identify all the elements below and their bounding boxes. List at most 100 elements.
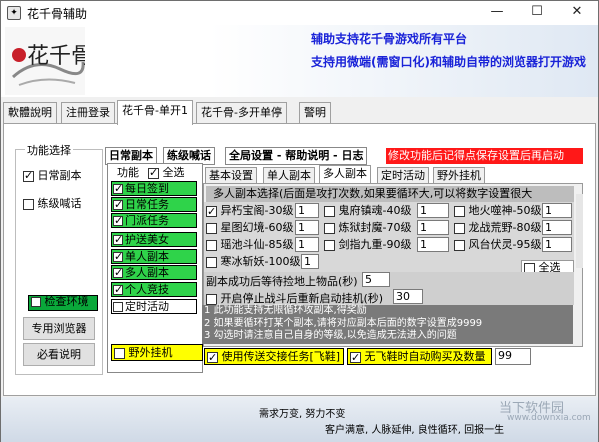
list-item[interactable]: 单人副本 [111, 249, 197, 264]
wild-hangup-checkbox[interactable] [114, 347, 125, 359]
list-item-checkbox[interactable] [113, 182, 123, 195]
wait-pickup-input[interactable]: 5 [362, 272, 390, 287]
dungeon-count-input[interactable]: 1 [417, 237, 449, 252]
tab-single-dungeon[interactable]: 单人副本 [263, 167, 315, 184]
dungeon-count-input[interactable]: 1 [295, 203, 319, 218]
dungeon-option[interactable]: 瑶池斗仙-85级 [206, 237, 293, 253]
tab-global-settings[interactable]: 全局设置 - 帮助说明 - 日志 [225, 147, 368, 165]
list-item-checkbox[interactable] [113, 214, 123, 227]
daily-dungeon-checkbox[interactable] [23, 169, 34, 182]
tab-register-login[interactable]: 注冊登录 [61, 102, 115, 124]
function-select-all[interactable]: 全选 [148, 164, 185, 180]
daily-dungeon-option[interactable]: 日常副本 [23, 167, 82, 183]
dungeon-checkbox[interactable] [454, 239, 465, 251]
function-header-label: 功能 [117, 166, 139, 179]
logo-image: 花千骨 [5, 27, 85, 95]
dungeon-checkbox[interactable] [454, 205, 465, 217]
auto-buy-quantity-input[interactable]: 99 [495, 348, 531, 365]
footer-slogan-1: 需求万变, 努力不变 [259, 409, 346, 420]
dungeon-name: 剑指九重 [338, 238, 383, 251]
dungeon-option[interactable]: 炼狱封魔-70级 [324, 220, 411, 236]
check-env-checkbox[interactable] [31, 297, 41, 307]
practice-shout-checkbox[interactable] [23, 198, 34, 210]
dungeon-level: -85级 [264, 238, 294, 251]
tab-software-info[interactable]: 軟體說明 [3, 102, 57, 124]
dungeon-level: -70级 [382, 221, 412, 234]
tab-basic-settings[interactable]: 基本设置 [205, 167, 257, 184]
teleport-option[interactable]: 使用传送交接任务[飞鞋] [204, 348, 344, 365]
close-button[interactable]: ✕ [557, 1, 597, 25]
dungeon-checkbox[interactable] [206, 239, 217, 251]
dungeon-count-input[interactable]: 1 [542, 220, 572, 235]
dungeon-option[interactable]: 星图幻境-60级 [206, 220, 293, 236]
list-item-checkbox[interactable] [113, 250, 123, 263]
list-item-checkbox[interactable] [113, 233, 123, 246]
restart-hangup-checkbox[interactable] [206, 293, 217, 305]
dungeon-checkbox[interactable] [206, 204, 217, 219]
dungeon-count-input[interactable]: 1 [542, 237, 572, 252]
dungeon-checkbox[interactable] [206, 256, 217, 268]
banner: 花千骨 辅助支持花千骨游戏所有平台 支持用微端(需窗口化)和辅助自带的浏览器打开… [1, 25, 598, 97]
auto-buy-checkbox[interactable] [350, 350, 361, 365]
dungeon-name: 星图幻境 [220, 221, 265, 234]
function-select-all-checkbox[interactable] [148, 166, 159, 179]
tab-statement[interactable]: 警明 [299, 102, 331, 124]
minimize-button[interactable]: — [477, 1, 517, 25]
dungeon-checkbox[interactable] [324, 222, 335, 234]
dungeon-option[interactable]: 鬼府镇魂-40级 [324, 203, 411, 219]
dungeon-checkbox[interactable] [206, 222, 217, 234]
dungeon-level: -30级 [264, 204, 294, 217]
list-item[interactable]: 多人副本 [111, 265, 197, 280]
restart-hangup-input[interactable]: 30 [393, 289, 423, 304]
footer-slogan-2: 客户满意, 人脉延伸, 良性循环, 回报一生 [325, 425, 505, 436]
list-item[interactable]: 门派任务 [111, 213, 197, 228]
dungeon-checkbox[interactable] [324, 239, 335, 251]
wild-hangup-label: 野外挂机 [128, 346, 173, 359]
dungeon-option[interactable]: 风台伏灵-95级 [454, 237, 541, 253]
list-item[interactable]: 护送美女 [111, 232, 197, 247]
practice-shout-option[interactable]: 练级喊话 [23, 195, 82, 211]
list-item-label: 每日签到 [125, 182, 169, 195]
auto-buy-option[interactable]: 无飞鞋时自动购买及数量 [347, 348, 492, 365]
restart-hangup-option[interactable]: 开启停止战斗后重新启动挂机(秒) [206, 290, 383, 306]
dungeon-count-input[interactable]: 1 [301, 254, 319, 269]
tab-multi-dungeon[interactable]: 多人副本 [319, 165, 371, 185]
teleport-checkbox[interactable] [207, 350, 218, 365]
list-item-checkbox[interactable] [113, 266, 123, 279]
footer-banner: 需求万变, 努力不变 客户满意, 人脉延伸, 良性循环, 回报一生 当下软件园 … [1, 397, 598, 442]
dungeon-checkbox[interactable] [454, 222, 465, 234]
maximize-button[interactable]: ☐ [517, 1, 557, 25]
list-item-checkbox[interactable] [113, 198, 123, 211]
restart-hangup-label: 开启停止战斗后重新启动挂机(秒) [220, 292, 384, 305]
dungeon-option[interactable]: 寒冰斩妖-100级 [206, 254, 300, 270]
tab-single-1[interactable]: 花千骨-单开1 [117, 100, 193, 125]
list-item-checkbox[interactable] [113, 283, 123, 296]
dungeon-option[interactable]: 异朽宝阁-30级 [206, 203, 293, 219]
dungeon-count-input[interactable]: 1 [295, 237, 319, 252]
list-item[interactable]: 定时活动 [111, 299, 197, 314]
check-env-option[interactable]: 检查环境 [28, 295, 98, 311]
tab-timed-events[interactable]: 定时活动 [377, 167, 429, 184]
dungeon-count-input[interactable]: 1 [542, 203, 572, 218]
dungeon-option[interactable]: 剑指九重-90级 [324, 237, 411, 253]
dungeon-option[interactable]: 地火噬神-50级 [454, 203, 541, 219]
list-item-label: 多人副本 [125, 266, 169, 279]
tab-wild-hangup[interactable]: 野外挂机 [433, 167, 485, 184]
must-read-button[interactable]: 必看说明 [23, 343, 95, 366]
list-item-checkbox[interactable] [113, 302, 123, 312]
dungeon-count-input[interactable]: 1 [417, 203, 449, 218]
dungeon-option[interactable]: 龙战荒野-80级 [454, 220, 541, 236]
tab-multi-stop[interactable]: 花千骨-多开单停 [196, 102, 287, 124]
dungeon-name: 异朽宝阁 [220, 204, 265, 217]
function-group-title: 功能选择 [25, 142, 73, 158]
wild-hangup-option[interactable]: 野外挂机 [111, 344, 203, 361]
dungeon-count-input[interactable]: 1 [417, 220, 449, 235]
list-item[interactable]: 个人竞技 [111, 282, 197, 297]
browser-button[interactable]: 专用浏览器 [23, 317, 95, 340]
dungeon-count-input[interactable]: 1 [295, 220, 319, 235]
list-item[interactable]: 每日签到 [111, 181, 197, 196]
list-item[interactable]: 日常任务 [111, 197, 197, 212]
vertical-scrollbar[interactable] [576, 194, 583, 268]
dungeon-checkbox[interactable] [324, 205, 335, 217]
banner-line-1: 辅助支持花千骨游戏所有平台 [311, 32, 468, 46]
